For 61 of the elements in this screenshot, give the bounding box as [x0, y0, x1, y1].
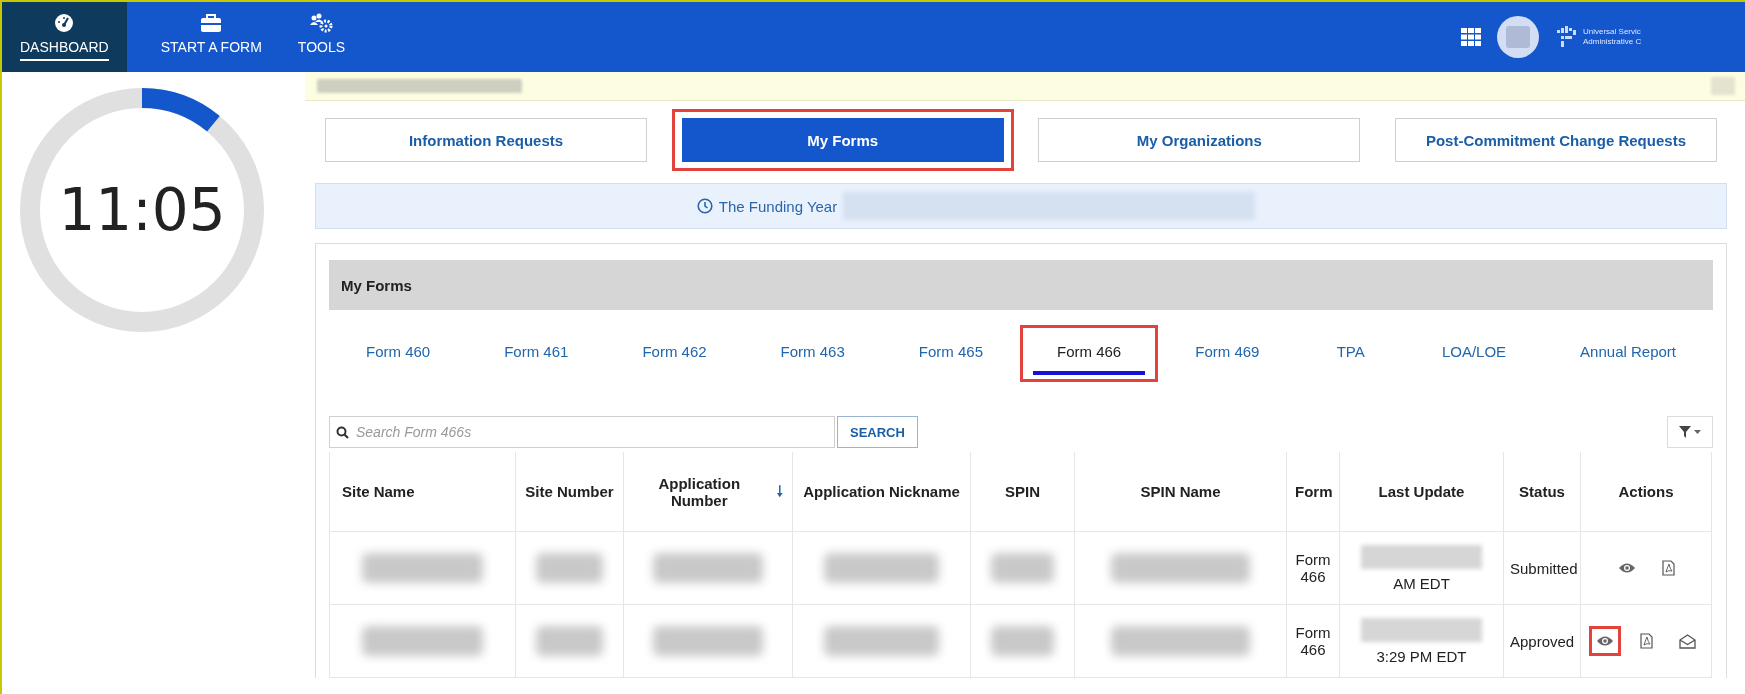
column-header[interactable]: Last Update — [1378, 483, 1465, 500]
people-gear-icon — [309, 13, 334, 33]
form-tab[interactable]: Form 465 — [894, 336, 1007, 375]
search-field[interactable]: Search Form 466s — [329, 416, 835, 448]
gauge-icon — [54, 13, 75, 33]
form-tab[interactable]: Form 461 — [480, 336, 593, 375]
pdf-file-icon[interactable] — [1661, 560, 1675, 576]
form-tab[interactable]: Form 462 — [618, 336, 731, 375]
column-header[interactable]: Form — [1295, 483, 1333, 500]
section-tab[interactable]: My Organizations — [1038, 118, 1361, 162]
table-cell: Submitted — [1503, 531, 1581, 605]
panel-header: My Forms — [329, 260, 1713, 310]
redacted-block — [1711, 77, 1735, 95]
briefcase-icon — [200, 13, 223, 33]
nav-tab[interactable]: START A FORM — [142, 2, 280, 72]
form-tab[interactable]: Annual Report — [1556, 336, 1700, 375]
avatar-icon[interactable] — [1497, 16, 1539, 58]
table-cell: Approved — [1503, 604, 1581, 678]
logo-text: Universal Servic — [1583, 27, 1642, 37]
redacted-block — [990, 553, 1055, 583]
pdf-file-icon[interactable] — [1640, 633, 1653, 649]
column-header[interactable]: SPIN — [1005, 483, 1040, 500]
filter-button[interactable] — [1667, 416, 1713, 448]
form-tab[interactable]: Form 466 — [1033, 336, 1146, 375]
column-header[interactable]: Status — [1519, 483, 1565, 500]
search-icon — [336, 426, 349, 439]
caret-icon — [1694, 430, 1701, 434]
clock-icon — [696, 198, 713, 214]
redacted-block — [536, 553, 603, 583]
sort-down-icon[interactable] — [776, 485, 784, 498]
form-tab[interactable]: Form 469 — [1171, 336, 1284, 375]
column-header[interactable]: Site Name — [342, 483, 415, 500]
form-tab[interactable]: LOA/LOE — [1417, 336, 1531, 375]
table-cell: Form 466 — [1286, 604, 1340, 678]
column-header[interactable]: SPIN Name — [1140, 483, 1221, 500]
form-tab[interactable]: TPA — [1312, 336, 1389, 375]
logo-icon — [1555, 24, 1577, 50]
table-cell: Form 466 — [1286, 531, 1340, 605]
section-tab[interactable]: Information Requests — [325, 118, 647, 162]
logo-text: Administrative C — [1583, 37, 1642, 47]
column-header[interactable]: Application Nickname — [803, 483, 960, 500]
eye-icon[interactable] — [1596, 635, 1614, 647]
form-tab[interactable]: Form 460 — [342, 336, 455, 375]
table-cell: AM EDT — [1393, 574, 1450, 592]
envelope-icon[interactable] — [1679, 633, 1696, 649]
search-button[interactable]: SEARCH — [837, 416, 918, 448]
column-header[interactable]: Site Number — [525, 483, 614, 500]
eye-icon[interactable] — [1617, 562, 1636, 574]
table-cell: 3:29 PM EDT — [1376, 647, 1467, 665]
section-tab[interactable]: My Forms — [681, 118, 1004, 162]
redacted-block — [536, 626, 603, 656]
column-header[interactable]: Actions — [1618, 483, 1674, 500]
nav-tab[interactable]: TOOLS — [279, 2, 364, 72]
timer-text: 11:05 — [58, 181, 226, 239]
form-tab[interactable]: Form 463 — [756, 336, 869, 375]
redacted-block — [990, 626, 1055, 656]
banner-text: The Funding Year — [718, 197, 838, 215]
filter-icon — [1679, 426, 1691, 438]
section-tab[interactable]: Post-Commitment Change Requests — [1394, 118, 1717, 162]
nav-tab[interactable]: DASHBOARD — [2, 2, 127, 72]
apps-grid-icon[interactable] — [1461, 28, 1481, 46]
